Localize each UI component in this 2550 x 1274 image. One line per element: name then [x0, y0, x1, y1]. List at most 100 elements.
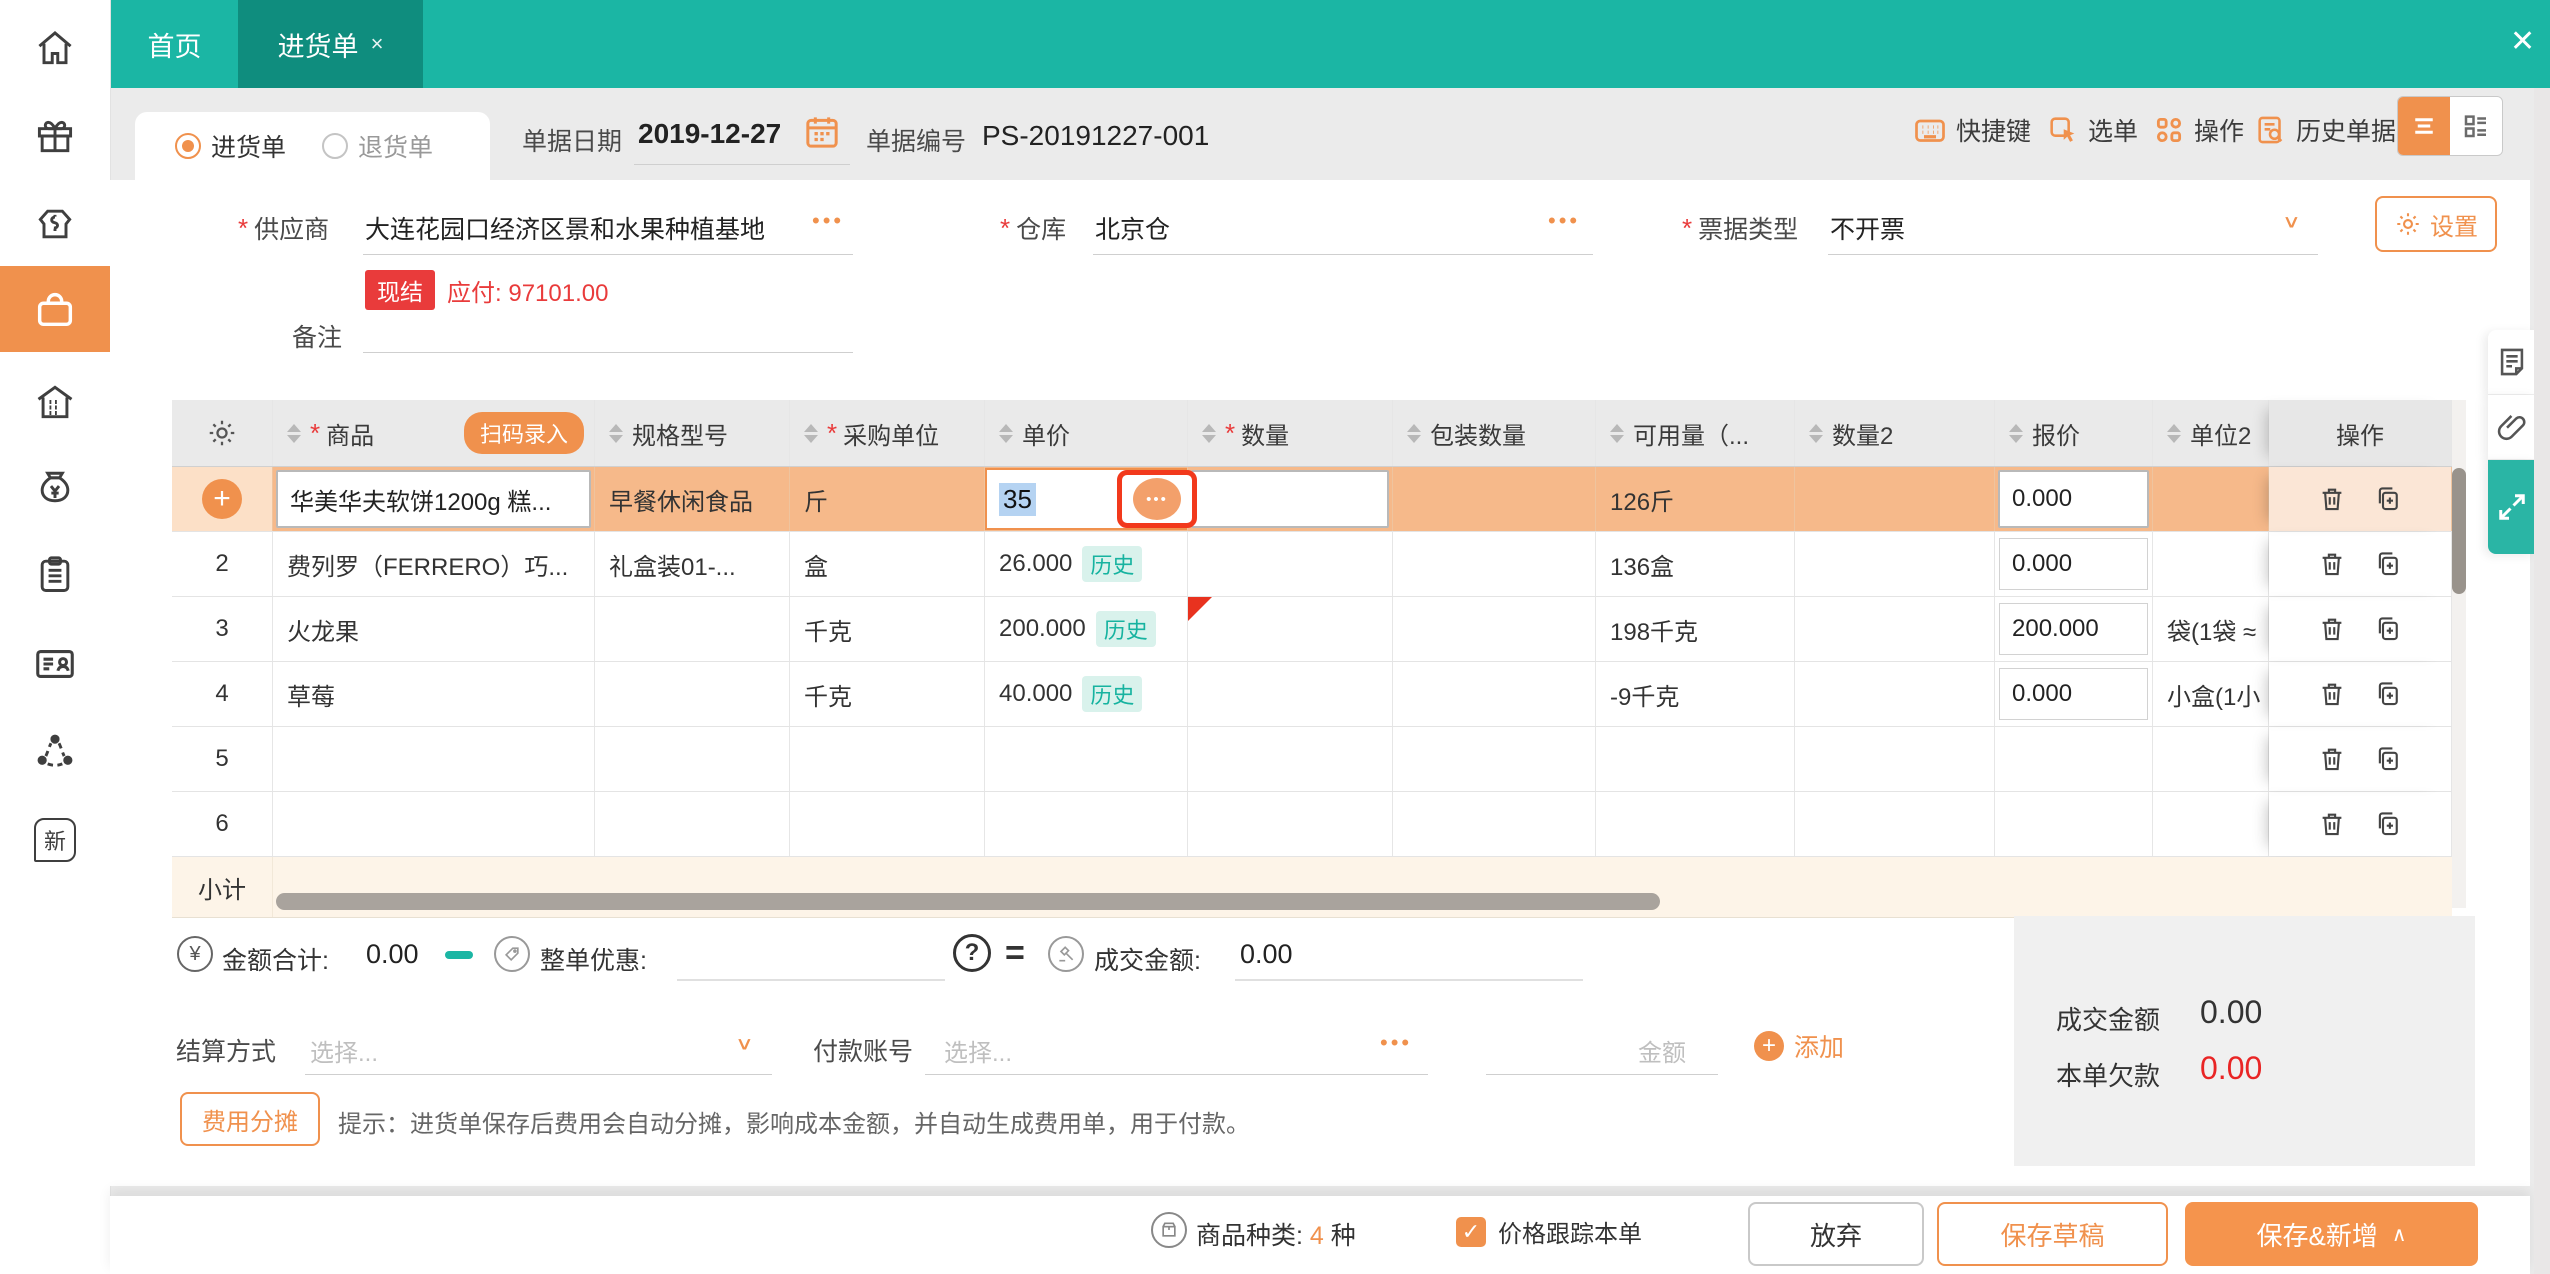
price-cell[interactable]: 26.000 历史: [985, 532, 1188, 596]
price-cell[interactable]: 35 •••: [985, 467, 1197, 531]
pack-cell[interactable]: [1393, 792, 1596, 856]
delete-row-icon[interactable]: [2317, 809, 2347, 839]
delete-row-icon[interactable]: [2317, 484, 2347, 514]
pack-cell[interactable]: [1393, 662, 1596, 726]
tab-purchase-order[interactable]: 进货单 ×: [238, 0, 423, 88]
spec-cell[interactable]: 礼盒装01-...: [595, 532, 790, 596]
add-row-button[interactable]: +: [202, 479, 242, 519]
qty-cell[interactable]: [1188, 792, 1393, 856]
qty2-cell[interactable]: [1795, 467, 1995, 531]
quote-input[interactable]: 0.000: [1999, 538, 2148, 590]
pack-cell[interactable]: [1393, 727, 1596, 791]
spec-cell[interactable]: [595, 792, 790, 856]
unit2-cell[interactable]: [2153, 727, 2269, 791]
quote-input[interactable]: 0.000: [1999, 668, 2148, 720]
add-payment-button[interactable]: + 添加: [1754, 1028, 1844, 1064]
sort-icon[interactable]: [2167, 423, 2181, 443]
column-settings-cell[interactable]: [172, 400, 273, 466]
sidebar-item-purchase[interactable]: [0, 266, 110, 352]
tab-close-icon[interactable]: ×: [371, 31, 384, 57]
save-and-new-button[interactable]: 保存&新增 ∧: [2185, 1202, 2478, 1266]
copy-row-icon[interactable]: [2373, 549, 2403, 579]
card-view-button[interactable]: [2450, 97, 2502, 155]
unit-cell[interactable]: 千克: [790, 597, 985, 661]
supplier-input[interactable]: 大连花园口经济区景和水果种植基地: [365, 210, 805, 246]
shortcut-keys-button[interactable]: 快捷键: [1912, 112, 2031, 148]
qty2-cell[interactable]: [1795, 597, 1995, 661]
sidebar-item-contacts[interactable]: [0, 632, 110, 696]
unit-cell[interactable]: 千克: [790, 662, 985, 726]
select-order-button[interactable]: 选单: [2046, 112, 2138, 148]
fee-allocation-button[interactable]: 费用分摊: [180, 1092, 320, 1146]
sort-icon[interactable]: [804, 423, 818, 443]
list-view-button[interactable]: [2398, 97, 2450, 155]
header-product[interactable]: * 商品 扫码录入: [273, 400, 595, 466]
qty-cell[interactable]: [1188, 662, 1393, 726]
page-scrollbar[interactable]: [2534, 88, 2550, 1274]
unit2-cell[interactable]: 小盒(1小: [2153, 662, 2269, 726]
copy-row-icon[interactable]: [2373, 614, 2403, 644]
delete-row-icon[interactable]: [2317, 744, 2347, 774]
tab-home[interactable]: 首页: [111, 0, 238, 88]
sort-icon[interactable]: [2009, 423, 2023, 443]
header-spec[interactable]: 规格型号: [595, 400, 790, 466]
product-cell[interactable]: [273, 792, 595, 856]
copy-row-icon[interactable]: [2373, 744, 2403, 774]
payment-account-select[interactable]: 选择...: [944, 1033, 1012, 1068]
sort-icon[interactable]: [1202, 423, 1216, 443]
quote-input[interactable]: 200.000: [1999, 603, 2148, 655]
sidebar-item-sales[interactable]: [0, 192, 110, 256]
header-qty2[interactable]: 数量2: [1795, 400, 1995, 466]
header-price[interactable]: 单价: [985, 400, 1188, 466]
history-badge[interactable]: 历史: [1082, 546, 1143, 582]
sidebar-item-finance[interactable]: [0, 455, 110, 519]
delete-row-icon[interactable]: [2317, 614, 2347, 644]
sidebar-item-share[interactable]: [0, 720, 110, 784]
price-cell[interactable]: [985, 727, 1188, 791]
scan-entry-button[interactable]: 扫码录入: [463, 412, 584, 454]
pack-cell[interactable]: [1393, 532, 1596, 596]
warehouse-more-icon[interactable]: •••: [1548, 208, 1580, 234]
quote-input[interactable]: 0.000: [1998, 470, 2149, 528]
attachment-panel-button[interactable]: [2488, 395, 2536, 460]
qty2-cell[interactable]: [1795, 727, 1995, 791]
price-cell[interactable]: 200.000 历史: [985, 597, 1188, 661]
help-icon[interactable]: ?: [953, 934, 991, 972]
date-value[interactable]: 2019-12-27: [638, 118, 781, 150]
spec-cell[interactable]: 早餐休闲食品: [595, 467, 790, 531]
vertical-scrollbar-thumb[interactable]: [2452, 468, 2466, 594]
product-cell[interactable]: 费列罗（FERRERO）巧...: [273, 532, 595, 596]
header-pack[interactable]: 包装数量: [1393, 400, 1596, 466]
cancel-button[interactable]: 放弃: [1748, 1202, 1924, 1266]
checkbox-checked-icon[interactable]: ✓: [1456, 1216, 1486, 1247]
unit-cell[interactable]: [790, 792, 985, 856]
sidebar-item-orders[interactable]: [0, 542, 110, 606]
unit2-cell[interactable]: [2153, 792, 2269, 856]
header-unit[interactable]: * 采购单位: [790, 400, 985, 466]
sidebar-item-gift[interactable]: [0, 104, 110, 168]
amount-input[interactable]: 金额: [1638, 1033, 1686, 1068]
discount-input[interactable]: [677, 941, 945, 981]
radio-return-order[interactable]: 退货单: [322, 128, 433, 164]
quote-cell[interactable]: 0.000: [1995, 662, 2153, 726]
product-cell[interactable]: 草莓: [273, 662, 595, 726]
product-cell[interactable]: [273, 727, 595, 791]
spec-cell[interactable]: [595, 597, 790, 661]
delete-row-icon[interactable]: [2317, 679, 2347, 709]
sort-icon[interactable]: [999, 423, 1013, 443]
unit2-cell[interactable]: [2153, 467, 2269, 531]
price-track-option[interactable]: ✓ 价格跟踪本单: [1456, 1214, 1642, 1249]
qty-cell[interactable]: [1188, 727, 1393, 791]
header-quote[interactable]: 报价: [1995, 400, 2153, 466]
window-close-icon[interactable]: ✕: [2510, 24, 2535, 59]
spec-cell[interactable]: [595, 727, 790, 791]
invoice-type-select[interactable]: 不开票: [1830, 210, 1905, 246]
price-cell[interactable]: [985, 792, 1188, 856]
settlement-method-select[interactable]: 选择...: [310, 1033, 378, 1068]
chevron-down-icon[interactable]: ∨: [735, 1033, 754, 1055]
copy-row-icon[interactable]: [2373, 679, 2403, 709]
sort-icon[interactable]: [287, 423, 301, 443]
spec-cell[interactable]: [595, 662, 790, 726]
sidebar-item-warehouse[interactable]: [0, 370, 110, 434]
ellipsis-button[interactable]: •••: [1133, 478, 1181, 520]
